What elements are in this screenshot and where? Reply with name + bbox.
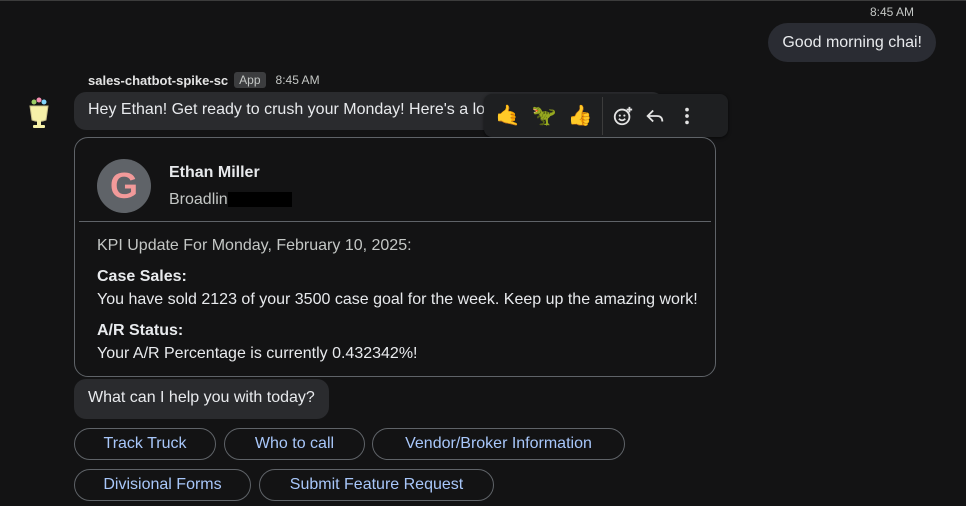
reaction-thumbs-up[interactable]: 👍	[562, 103, 598, 128]
cup-icon	[29, 97, 49, 128]
kpi-card: G Ethan Miller Broadlin KPI Update For M…	[74, 137, 716, 377]
add-reaction-icon[interactable]	[607, 100, 639, 132]
chip-track-truck[interactable]: Track Truck	[74, 428, 216, 460]
chip-submit-feature-request[interactable]: Submit Feature Request	[259, 469, 494, 501]
reply-icon[interactable]	[639, 100, 671, 132]
user-message-time: 8:45 AM	[869, 5, 914, 19]
reaction-call-me-hand[interactable]: 🤙	[490, 103, 526, 128]
bot-question-bubble: What can I help you with today?	[74, 379, 329, 419]
card-header: G Ethan Miller Broadlin	[97, 156, 292, 216]
reaction-dinosaur[interactable]: 🦖	[526, 103, 562, 128]
case-sales-title: Case Sales:	[97, 268, 187, 285]
bot-name[interactable]: sales-chatbot-spike-sc	[88, 73, 228, 88]
top-divider	[0, 0, 966, 1]
ar-status-text: Your A/R Percentage is currently 0.43234…	[97, 345, 418, 362]
g-logo-icon: G	[97, 159, 151, 213]
bot-message-header: sales-chatbot-spike-sc App 8:45 AM	[88, 72, 320, 88]
redaction-block	[227, 192, 292, 207]
chip-vendor-broker-information[interactable]: Vendor/Broker Information	[372, 428, 625, 460]
card-body: KPI Update For Monday, February 10, 2025…	[97, 234, 698, 365]
toolbar-divider	[602, 96, 603, 135]
more-vert-icon[interactable]	[671, 100, 703, 132]
chip-divisional-forms[interactable]: Divisional Forms	[74, 469, 251, 501]
message-action-toolbar: 🤙 🦖 👍	[484, 94, 728, 137]
card-subtitle-text: Broadlin	[169, 190, 228, 208]
card-subtitle: Broadlin	[169, 189, 292, 211]
user-message-bubble: Good morning chai!	[768, 23, 936, 62]
bot-message-time: 8:45 AM	[275, 73, 320, 87]
app-badge: App	[234, 72, 266, 88]
card-title: Ethan Miller	[169, 163, 260, 181]
chip-who-to-call[interactable]: Who to call	[224, 428, 365, 460]
card-divider	[79, 221, 711, 222]
case-sales-text: You have sold 2123 of your 3500 case goa…	[97, 291, 698, 308]
ar-status-title: A/R Status:	[97, 322, 184, 339]
kpi-header: KPI Update For Monday, February 10, 2025…	[97, 237, 412, 254]
bot-avatar[interactable]	[24, 94, 54, 130]
